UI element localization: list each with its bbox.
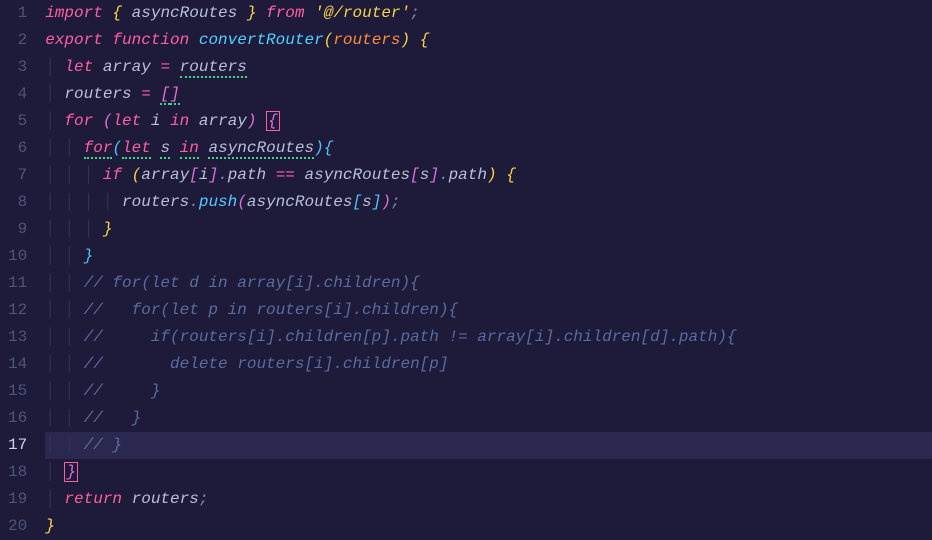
code-line[interactable]: │ │ }: [45, 243, 932, 270]
code-line[interactable]: │ }: [45, 459, 932, 486]
code-line[interactable]: │ │ for(let s in asyncRoutes){: [45, 135, 932, 162]
code-line[interactable]: │ │ // delete routers[i].children[p]: [45, 351, 932, 378]
code-line[interactable]: export function convertRouter(routers) {: [45, 27, 932, 54]
line-number: 2: [8, 27, 27, 54]
line-number: 9: [8, 216, 27, 243]
code-line[interactable]: │ │ │ }: [45, 216, 932, 243]
code-line[interactable]: │ │ // for(let d in array[i].children){: [45, 270, 932, 297]
line-number: 19: [8, 486, 27, 513]
line-number-gutter: 1 2 3 4 5 6 7 8 9 10 11 12 13 14 15 16 1…: [0, 0, 45, 540]
line-number: 4: [8, 81, 27, 108]
line-number: 6: [8, 135, 27, 162]
line-number: 5: [8, 108, 27, 135]
code-line[interactable]: │ │ // }: [45, 405, 932, 432]
line-number: 10: [8, 243, 27, 270]
code-editor[interactable]: 1 2 3 4 5 6 7 8 9 10 11 12 13 14 15 16 1…: [0, 0, 932, 540]
line-number: 7: [8, 162, 27, 189]
line-number: 20: [8, 513, 27, 540]
code-line[interactable]: │ let array = routers: [45, 54, 932, 81]
code-line[interactable]: │ │ // for(let p in routers[i].children)…: [45, 297, 932, 324]
code-line[interactable]: }: [45, 513, 932, 540]
line-number: 18: [8, 459, 27, 486]
line-number: 15: [8, 378, 27, 405]
code-line[interactable]: import { asyncRoutes } from '@/router';: [45, 0, 932, 27]
code-line[interactable]: │ return routers;: [45, 486, 932, 513]
code-line[interactable]: │ │ // }: [45, 432, 932, 459]
line-number: 16: [8, 405, 27, 432]
line-number: 8: [8, 189, 27, 216]
line-number: 14: [8, 351, 27, 378]
line-number: 13: [8, 324, 27, 351]
line-number: 3: [8, 54, 27, 81]
line-number: 1: [8, 0, 27, 27]
code-line[interactable]: │ routers = []: [45, 81, 932, 108]
line-number: 12: [8, 297, 27, 324]
code-line[interactable]: │ │ │ if (array[i].path == asyncRoutes[s…: [45, 162, 932, 189]
code-line[interactable]: │ for (let i in array) {: [45, 108, 932, 135]
code-line[interactable]: │ │ // if(routers[i].children[p].path !=…: [45, 324, 932, 351]
code-area[interactable]: import { asyncRoutes } from '@/router'; …: [45, 0, 932, 540]
code-line[interactable]: │ │ // }: [45, 378, 932, 405]
line-number: 11: [8, 270, 27, 297]
code-line[interactable]: │ │ │ │ routers.push(asyncRoutes[s]);: [45, 189, 932, 216]
line-number: 17: [8, 432, 27, 459]
